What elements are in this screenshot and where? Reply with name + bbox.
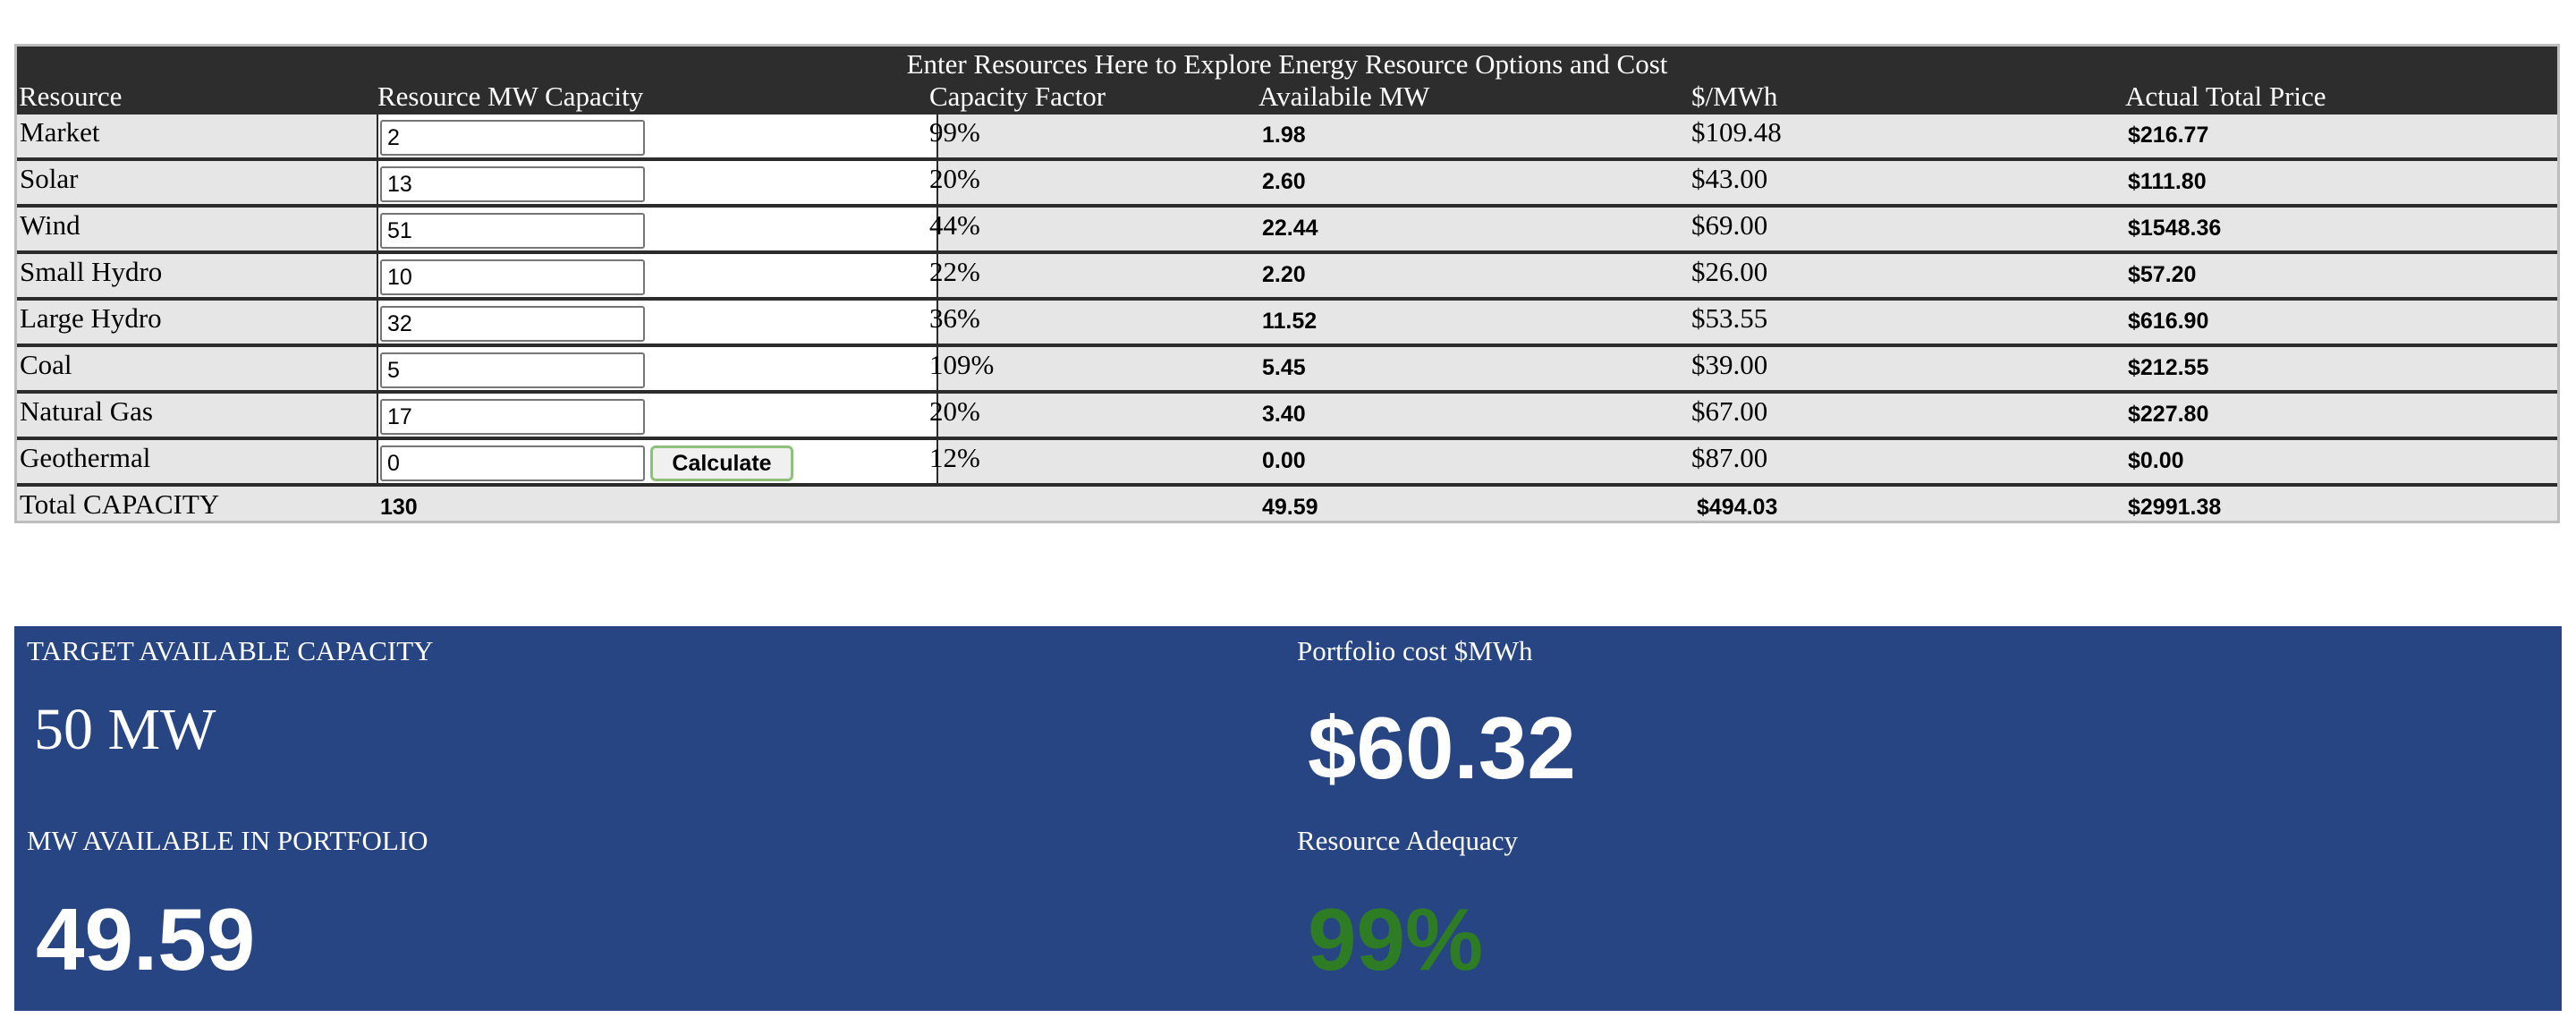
total-price-sum: $2991.38 [2128,495,2222,520]
capacity-input-market[interactable] [380,120,645,156]
resource-name: Geothermal [20,442,151,473]
total-price: $0.00 [2128,448,2184,473]
available-mw: 3.40 [1262,402,1306,427]
capacity-input-geothermal[interactable] [380,445,645,481]
resource-adequacy-value: 99% [1308,890,1484,988]
table-row: Solar 20% 2.60 $43.00 $111.80 [17,161,2557,208]
table-header: Enter Resources Here to Explore Energy R… [17,47,2557,115]
rate: $87.00 [1691,442,1768,473]
total-price: $227.80 [2128,402,2209,427]
total-price: $111.80 [2128,169,2207,194]
mw-available-label: MW AVAILABLE IN PORTFOLIO [27,825,428,856]
capacity-input-solar[interactable] [380,166,645,202]
resource-adequacy-label: Resource Adequacy [1297,825,1519,856]
total-price: $57.20 [2128,262,2197,287]
total-price: $1548.36 [2128,216,2222,241]
table-row: Geothermal Calculate 12% 0.00 $87.00 $0.… [17,440,2557,487]
table-row: Coal 109% 5.45 $39.00 $212.55 [17,347,2557,394]
resource-name: Large Hydro [20,302,162,334]
rate: $39.00 [1691,349,1768,380]
total-rate: $494.03 [1697,495,1778,520]
table-row: Large Hydro 36% 11.52 $53.55 $616.90 [17,301,2557,347]
portfolio-dashboard: TARGET AVAILABLE CAPACITY 50 MW Portfoli… [14,626,2562,1011]
capacity-factor: 109% [929,349,995,380]
resource-name: Coal [20,349,72,380]
capacity-input-large-hydro[interactable] [380,306,645,342]
rate: $69.00 [1691,209,1768,241]
total-capacity: 130 [380,495,418,520]
resource-name: Wind [20,209,80,241]
available-mw: 2.20 [1262,262,1306,287]
header-capacity-factor: Capacity Factor [929,81,1106,112]
capacity-factor: 12% [929,442,980,473]
capacity-input-small-hydro[interactable] [380,259,645,295]
rate: $43.00 [1691,163,1768,194]
rate: $53.55 [1691,302,1768,334]
capacity-factor: 22% [929,256,980,287]
header-capacity: Resource MW Capacity [377,81,644,112]
header-total-price: Actual Total Price [2125,81,2326,112]
available-mw: 22.44 [1262,216,1318,241]
resource-table: Enter Resources Here to Explore Energy R… [14,44,2560,523]
capacity-factor: 44% [929,209,980,241]
header-resource: Resource [19,81,123,112]
table-row: Small Hydro 22% 2.20 $26.00 $57.20 [17,254,2557,301]
resource-name: Market [20,116,100,148]
capacity-factor: 20% [929,163,980,194]
portfolio-cost-value: $60.32 [1308,699,1576,797]
rate: $67.00 [1691,395,1768,427]
table-row: Wind 44% 22.44 $69.00 $1548.36 [17,208,2557,254]
rate: $26.00 [1691,256,1768,287]
table-banner: Enter Resources Here to Explore Energy R… [906,48,1668,80]
resource-name: Small Hydro [20,256,163,287]
capacity-input-natural-gas[interactable] [380,399,645,435]
available-mw: 1.98 [1262,123,1306,148]
totals-label: Total CAPACITY [20,488,220,520]
available-mw: 5.45 [1262,355,1306,380]
capacity-input-wind[interactable] [380,213,645,249]
capacity-input-coal[interactable] [380,352,645,388]
total-available-mw: 49.59 [1262,495,1318,520]
totals-row: Total CAPACITY 130 49.59 $494.03 $2991.3… [17,487,2557,530]
resource-name: Solar [20,163,79,194]
table-row: Market 99% 1.98 $109.48 $216.77 [17,115,2557,161]
mw-available-value: 49.59 [36,890,256,988]
total-price: $212.55 [2128,355,2209,380]
calculate-button[interactable]: Calculate [650,445,793,481]
capacity-factor: 36% [929,302,980,334]
capacity-factor: 99% [929,116,980,148]
target-capacity-value: 50 MW [34,697,216,762]
table-row: Natural Gas 20% 3.40 $67.00 $227.80 [17,394,2557,440]
resource-name: Natural Gas [20,395,153,427]
total-price: $216.77 [2128,123,2209,148]
total-price: $616.90 [2128,309,2209,334]
header-rate: $/MWh [1691,81,1778,112]
capacity-factor: 20% [929,395,980,427]
target-capacity-label: TARGET AVAILABLE CAPACITY [27,635,434,666]
rate: $109.48 [1691,116,1782,148]
available-mw: 0.00 [1262,448,1306,473]
available-mw: 2.60 [1262,169,1306,194]
available-mw: 11.52 [1262,309,1318,334]
portfolio-cost-label: Portfolio cost $MWh [1297,635,1533,666]
header-available-mw: Availabile MW [1258,81,1430,112]
